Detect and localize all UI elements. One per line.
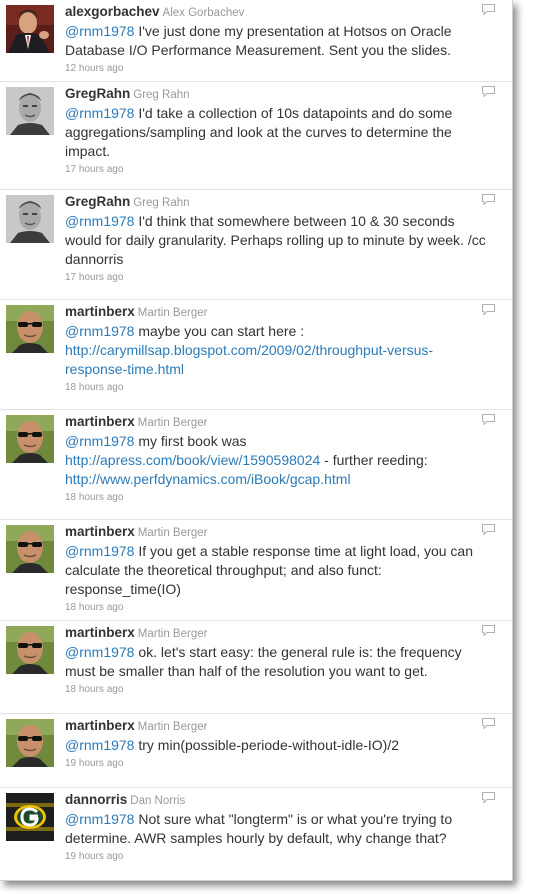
mention-link[interactable]: @rnm1978 <box>65 543 134 559</box>
mention-link[interactable]: @rnm1978 <box>65 433 134 449</box>
tweet-text: @rnm1978 If you get a stable response ti… <box>65 542 488 599</box>
tweet-text: @rnm1978 try min(possible-periode-withou… <box>65 736 488 755</box>
greg-avatar[interactable] <box>6 87 54 135</box>
tweet: dannorris Dan Norris @rnm1978 Not sure wh… <box>0 788 512 880</box>
screen-name[interactable]: GregRahn <box>65 194 130 209</box>
screen-name[interactable]: dannorris <box>65 792 127 807</box>
mention-link[interactable]: @rnm1978 <box>65 811 134 827</box>
screen-name[interactable]: martinberx <box>65 625 135 640</box>
screen-name[interactable]: martinberx <box>65 414 135 429</box>
real-name: Martin Berger <box>137 628 208 640</box>
reply-icon[interactable] <box>482 194 495 205</box>
mention-link[interactable]: @rnm1978 <box>65 23 134 39</box>
reply-icon[interactable] <box>482 718 495 729</box>
timestamp[interactable]: 17 hours ago <box>65 163 488 176</box>
sunglasses-avatar[interactable] <box>6 415 54 463</box>
tweet-text: @rnm1978 I'd take a collection of 10s da… <box>65 104 488 161</box>
screen-name[interactable]: martinberx <box>65 718 135 733</box>
real-name: Martin Berger <box>137 721 208 733</box>
real-name: Dan Norris <box>130 795 186 807</box>
screen-name[interactable]: alexgorbachev <box>65 4 160 19</box>
tweet: alexgorbachev Alex Gorbachev @rnm1978 I'v… <box>0 0 512 82</box>
tweet: martinberx Martin Berger @rnm1978 If you … <box>0 520 512 621</box>
timestamp[interactable]: 18 hours ago <box>65 601 488 614</box>
reply-icon[interactable] <box>482 792 495 803</box>
timestamp[interactable]: 19 hours ago <box>65 757 488 770</box>
url-link[interactable]: http://carymillsap.blogspot.com/2009/02/… <box>65 342 433 377</box>
reply-icon[interactable] <box>482 625 495 636</box>
packers-logo-avatar[interactable] <box>6 793 54 841</box>
tweet: GregRahn Greg Rahn @rnm1978 I'd take a co… <box>0 82 512 190</box>
reply-icon[interactable] <box>482 304 495 315</box>
timestamp[interactable]: 19 hours ago <box>65 850 488 863</box>
screen-name[interactable]: GregRahn <box>65 86 130 101</box>
tweet-text: @rnm1978 Not sure what "longterm" is or … <box>65 810 488 848</box>
tweet-text: @rnm1978 ok. let's start easy: the gener… <box>65 643 488 681</box>
suit-man-avatar[interactable] <box>6 5 54 53</box>
real-name: Martin Berger <box>137 417 208 429</box>
mention-link[interactable]: @rnm1978 <box>65 323 134 339</box>
screen-name[interactable]: martinberx <box>65 304 135 319</box>
timestamp[interactable]: 18 hours ago <box>65 491 488 504</box>
tweet: martinberx Martin Berger @rnm1978 maybe y… <box>0 300 512 410</box>
mention-link[interactable]: @rnm1978 <box>65 213 134 229</box>
real-name: Martin Berger <box>137 527 208 539</box>
tweet: martinberx Martin Berger @rnm1978 try min… <box>0 714 512 788</box>
mention-link[interactable]: @rnm1978 <box>65 105 134 121</box>
screen-name[interactable]: martinberx <box>65 524 135 539</box>
tweet: martinberx Martin Berger @rnm1978 my firs… <box>0 410 512 520</box>
tweet-body-continued: - further reeding: <box>320 452 428 468</box>
timestamp[interactable]: 18 hours ago <box>65 381 488 394</box>
tweet-timeline: alexgorbachev Alex Gorbachev @rnm1978 I'v… <box>0 0 513 881</box>
tweet-text: @rnm1978 I'd think that somewhere betwee… <box>65 212 488 269</box>
reply-icon[interactable] <box>482 86 495 97</box>
tweet-body: my first book was <box>134 433 247 449</box>
sunglasses-avatar[interactable] <box>6 626 54 674</box>
timestamp[interactable]: 17 hours ago <box>65 271 488 284</box>
real-name: Greg Rahn <box>133 89 190 101</box>
url-link[interactable]: http://www.perfdynamics.com/iBook/gcap.h… <box>65 471 351 487</box>
tweet-body: try min(possible-periode-without-idle-IO… <box>134 737 400 753</box>
real-name: Alex Gorbachev <box>162 7 245 19</box>
timestamp[interactable]: 12 hours ago <box>65 62 488 75</box>
tweet-text: @rnm1978 my first book was http://apress… <box>65 432 488 489</box>
tweet: GregRahn Greg Rahn @rnm1978 I'd think tha… <box>0 190 512 300</box>
tweet-text: @rnm1978 I've just done my presentation … <box>65 22 488 60</box>
sunglasses-avatar[interactable] <box>6 525 54 573</box>
real-name: Martin Berger <box>137 307 208 319</box>
tweet-body: maybe you can start here : <box>134 323 305 339</box>
sunglasses-avatar[interactable] <box>6 719 54 767</box>
mention-link[interactable]: @rnm1978 <box>65 737 134 753</box>
reply-icon[interactable] <box>482 524 495 535</box>
tweet-text: @rnm1978 maybe you can start here : http… <box>65 322 488 379</box>
real-name: Greg Rahn <box>133 197 190 209</box>
tweet: martinberx Martin Berger @rnm1978 ok. let… <box>0 621 512 714</box>
mention-link[interactable]: @rnm1978 <box>65 644 134 660</box>
sunglasses-avatar[interactable] <box>6 305 54 353</box>
reply-icon[interactable] <box>482 4 495 15</box>
url-link[interactable]: http://apress.com/book/view/1590598024 <box>65 452 320 468</box>
reply-icon[interactable] <box>482 414 495 425</box>
timestamp[interactable]: 18 hours ago <box>65 683 488 696</box>
greg-avatar[interactable] <box>6 195 54 243</box>
